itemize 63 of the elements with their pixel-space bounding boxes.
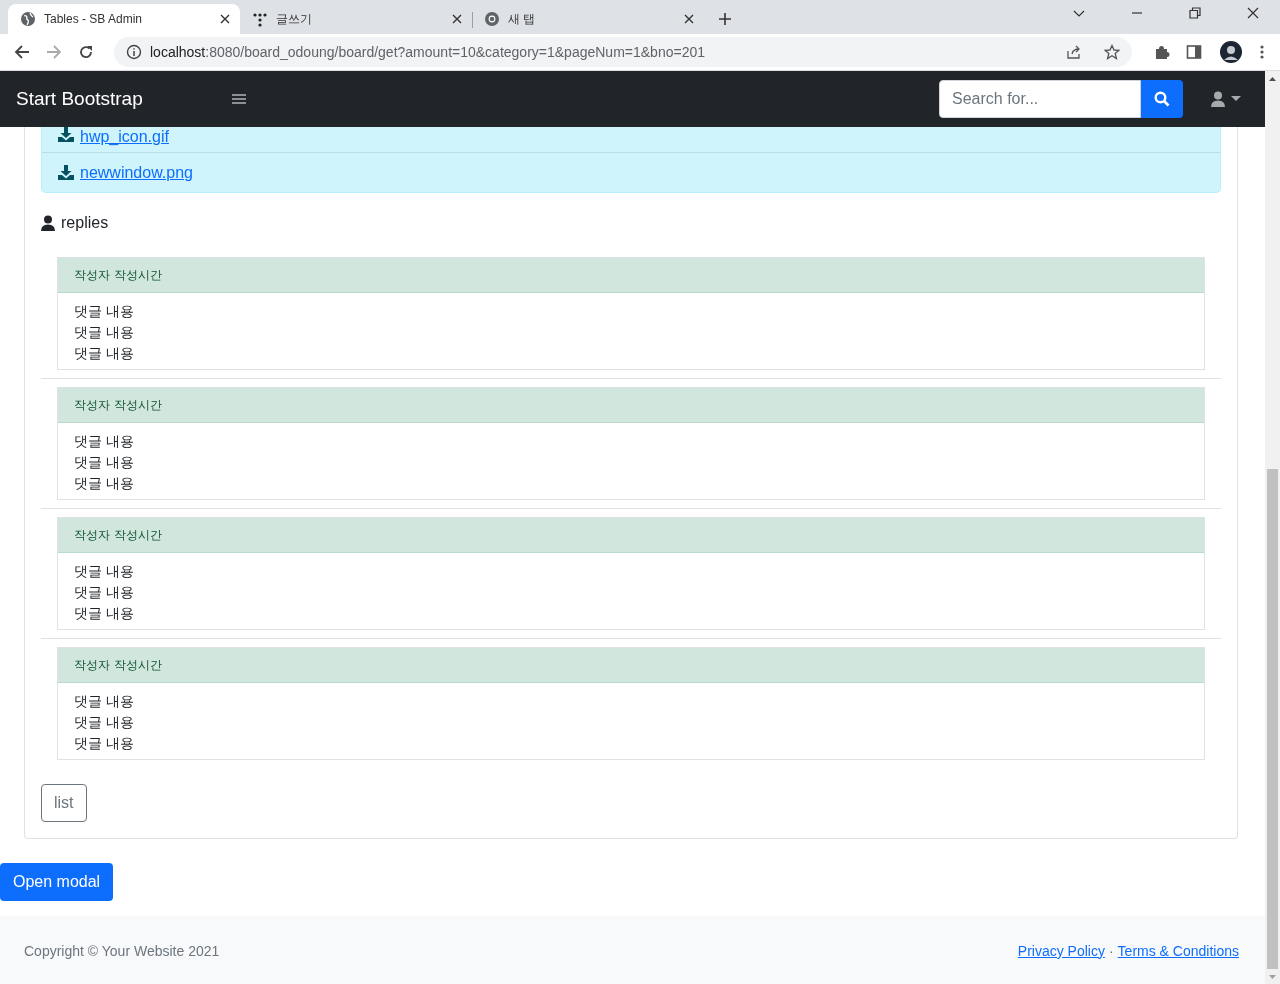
tab-title: 새 탭 bbox=[508, 10, 537, 28]
reply-header: 작성자 작성시간 bbox=[58, 518, 1204, 553]
download-icon bbox=[58, 165, 74, 180]
section-heading: replies bbox=[61, 214, 109, 232]
separator: · bbox=[1108, 942, 1114, 959]
list-button[interactable]: list bbox=[41, 784, 87, 822]
chrome-icon bbox=[484, 11, 500, 27]
reply-header: 작성자 작성시간 bbox=[58, 388, 1204, 423]
user-icon bbox=[41, 215, 55, 231]
footer-link[interactable]: Privacy Policy bbox=[1017, 942, 1105, 959]
reply-text: 댓글 내용 bbox=[74, 692, 136, 711]
new-tab-icon[interactable] bbox=[718, 12, 732, 26]
footer-link[interactable]: Terms & Conditions bbox=[1117, 942, 1239, 959]
address-bar[interactable]: localhost:8080/board_odoung/board/get?amount=10&category=1&pageNum=1&bno=201 bbox=[114, 37, 1132, 67]
download-icon bbox=[58, 127, 74, 142]
reply-text: 댓글 내용 bbox=[74, 453, 136, 472]
reply-text: 댓글 내용 bbox=[74, 713, 136, 732]
reload-icon[interactable] bbox=[78, 44, 94, 60]
close-icon[interactable] bbox=[220, 14, 230, 24]
copyright-text: Copyright © Your Website 2021 bbox=[24, 942, 220, 959]
restore-icon[interactable] bbox=[1189, 7, 1201, 19]
reply-text: 댓글 내용 bbox=[74, 734, 136, 753]
info-icon[interactable] bbox=[126, 44, 142, 60]
reply-text: 댓글 내용 bbox=[74, 583, 136, 602]
more-icon[interactable] bbox=[1260, 44, 1264, 60]
file-link[interactable]: hwp_icon.gif bbox=[80, 127, 169, 146]
close-icon[interactable] bbox=[1247, 7, 1259, 19]
file-link[interactable]: newwindow.png bbox=[80, 163, 193, 182]
caret-icon bbox=[1231, 96, 1241, 102]
reply-text: 댓글 내용 bbox=[74, 302, 136, 321]
avatar-icon[interactable] bbox=[1220, 41, 1242, 63]
dots-icon bbox=[252, 11, 268, 27]
share-icon[interactable] bbox=[1066, 44, 1082, 60]
browser-tab[interactable]: 새 탭 bbox=[472, 4, 704, 34]
brand-link[interactable]: Start Bootstrap bbox=[16, 88, 232, 110]
reply-text: 댓글 내용 bbox=[74, 432, 136, 451]
reply-text: 댓글 내용 bbox=[74, 344, 136, 363]
scrollbar[interactable] bbox=[1265, 71, 1280, 984]
close-icon[interactable] bbox=[452, 14, 462, 24]
search-field[interactable]: Search for... bbox=[939, 80, 1141, 118]
side-panel-icon[interactable] bbox=[1186, 44, 1202, 60]
puzzle-icon[interactable] bbox=[1154, 44, 1170, 60]
open-modal-button[interactable]: Open modal bbox=[0, 863, 114, 901]
reply-text: 댓글 내용 bbox=[74, 323, 136, 342]
back-arrow-icon[interactable] bbox=[14, 44, 30, 60]
tab-title: Tables - SB Admin bbox=[44, 12, 144, 26]
star-icon[interactable] bbox=[1104, 44, 1120, 60]
scrollbar-thumb[interactable] bbox=[1267, 469, 1278, 969]
browser-tab[interactable]: 글쓰기 bbox=[240, 4, 472, 34]
close-icon[interactable] bbox=[684, 14, 694, 24]
reply-header: 작성자 작성시간 bbox=[58, 648, 1204, 683]
menu-icon[interactable] bbox=[232, 93, 246, 105]
reply-text: 댓글 내용 bbox=[74, 474, 136, 493]
tab-title: 글쓰기 bbox=[276, 10, 313, 28]
user-icon bbox=[1211, 91, 1225, 107]
reply-text: 댓글 내용 bbox=[74, 604, 136, 623]
search-icon bbox=[1154, 91, 1170, 107]
reply-header: 작성자 작성시간 bbox=[58, 258, 1204, 293]
reply-text: 댓글 내용 bbox=[74, 562, 136, 581]
url-text: localhost:8080/board_odoung/board/get?amount=10&category=1&pageNum=1&bno=201 bbox=[150, 44, 705, 60]
browser-tab[interactable]: Tables - SB Admin bbox=[8, 4, 240, 34]
globe-icon bbox=[20, 11, 36, 27]
search-button[interactable] bbox=[1141, 80, 1183, 118]
